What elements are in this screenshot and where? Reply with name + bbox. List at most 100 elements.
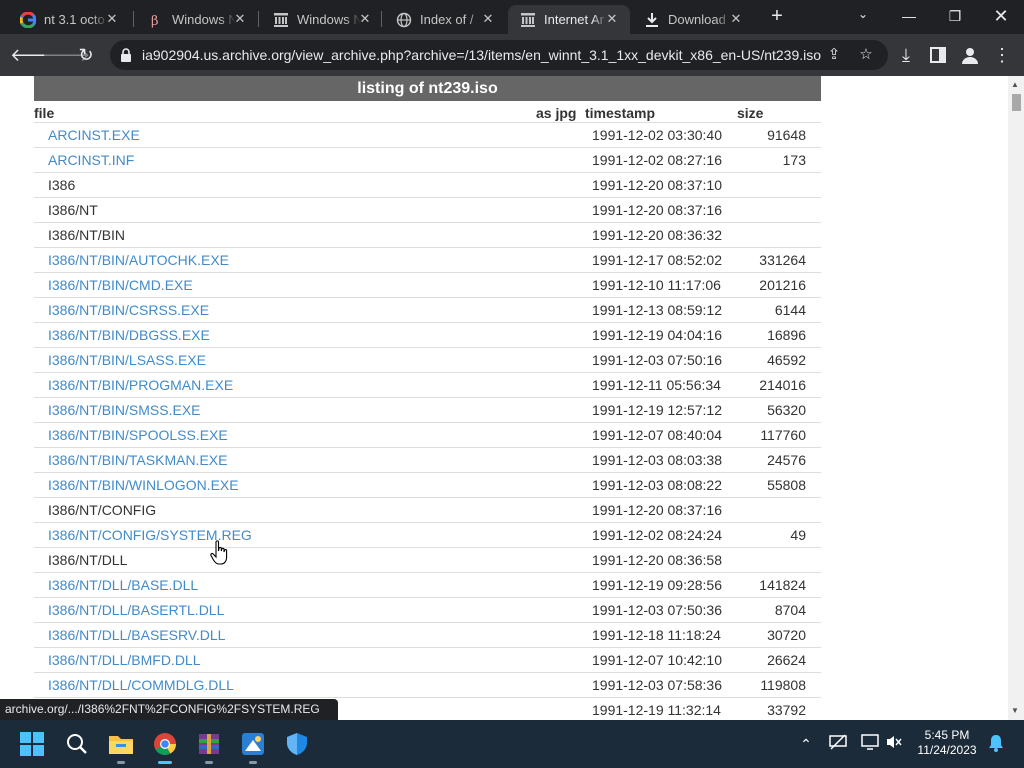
close-tab-icon[interactable]: ✕ — [357, 11, 373, 27]
tab-title: Download — [668, 12, 726, 27]
clock[interactable]: 5:45 PM 11/24/2023 — [912, 728, 982, 758]
file-link[interactable]: I386/NT/DLL/BMFD.DLL — [48, 652, 201, 668]
close-tab-icon[interactable]: ✕ — [480, 11, 496, 27]
table-row: ARCINST.EXE 1991-12-02 03:30:40 91648 — [34, 123, 821, 148]
size-cell: 24576 — [767, 452, 806, 468]
timestamp-cell: 1991-12-20 08:37:10 — [592, 177, 722, 193]
timestamp-cell: 1991-12-10 11:17:06 — [592, 277, 721, 293]
browser-tab[interactable]: Windows N ✕ — [261, 5, 383, 34]
close-tab-icon[interactable]: ✕ — [232, 11, 248, 27]
chevron-up-icon[interactable]: ⌃ — [796, 734, 816, 754]
scrollbar-thumb[interactable] — [1012, 94, 1021, 111]
network-disconnected-icon[interactable] — [828, 734, 848, 754]
search-icon[interactable] — [61, 728, 93, 760]
downloads-icon[interactable]: ⤓ — [894, 43, 918, 67]
size-cell: 16896 — [767, 327, 806, 343]
close-window-button[interactable]: ✕ — [978, 2, 1024, 30]
size-cell: 33792 — [767, 702, 806, 718]
browser-tab[interactable]: Index of / ✕ — [384, 5, 506, 34]
download-icon — [644, 12, 660, 28]
tab-strip: nt 3.1 octo ✕ β Windows N ✕ Windows N ✕ Index o… — [0, 0, 1024, 34]
close-tab-icon[interactable]: ✕ — [728, 11, 744, 27]
url-text[interactable]: ia902904.us.archive.org/view_archive.php… — [142, 47, 821, 63]
size-cell: 6144 — [774, 302, 806, 318]
file-link[interactable]: I386/NT/BIN/TASKMAN.EXE — [48, 452, 227, 468]
file-link[interactable]: I386/NT/BIN/WINLOGON.EXE — [48, 477, 239, 493]
address-bar[interactable]: ia902904.us.archive.org/view_archive.php… — [110, 40, 888, 70]
close-tab-icon[interactable]: ✕ — [604, 11, 620, 27]
svg-text:β: β — [151, 14, 159, 28]
minimize-button[interactable]: — — [886, 2, 932, 30]
file-link[interactable]: I386/NT/DLL/COMMDLG.DLL — [48, 677, 234, 693]
file-link[interactable]: I386/NT/BIN/AUTOCHK.EXE — [48, 252, 229, 268]
share-icon[interactable]: ⇪ — [824, 45, 844, 65]
reload-button[interactable]: ↻ — [74, 43, 98, 67]
file-link[interactable]: I386/NT/DLL/BASE.DLL — [48, 577, 198, 593]
vertical-scrollbar[interactable]: ▲ ▼ — [1008, 76, 1024, 720]
defender-icon[interactable] — [281, 728, 313, 760]
column-header-timestamp: timestamp — [585, 105, 656, 121]
directory-name: I386/NT/DLL — [48, 552, 128, 568]
side-panel-icon[interactable] — [926, 43, 950, 67]
file-link[interactable]: I386/NT/BIN/LSASS.EXE — [48, 352, 206, 368]
size-cell: 46592 — [767, 352, 806, 368]
tab-title: Internet Ar — [544, 12, 604, 27]
table-row: I386/NT/CONFIG/SYSTEM.REG 1991-12-02 08:2… — [34, 523, 821, 548]
file-link[interactable]: I386/NT/BIN/DBGSS.EXE — [48, 327, 210, 343]
restore-button[interactable]: ❐ — [932, 2, 978, 30]
browser-tab[interactable]: β Windows N ✕ — [136, 5, 258, 34]
table-row: I386 1991-12-20 08:37:10 — [34, 173, 821, 198]
browser-tab-active[interactable]: Internet Ar ✕ — [508, 5, 630, 34]
close-tab-icon[interactable]: ✕ — [104, 11, 120, 27]
file-link[interactable]: I386/NT/BIN/CMD.EXE — [48, 277, 193, 293]
directory-name: I386/NT — [48, 202, 98, 218]
browser-tab[interactable]: Download ✕ — [632, 5, 754, 34]
start-icon[interactable] — [16, 728, 48, 760]
file-link[interactable]: I386/NT/BIN/SPOOLSS.EXE — [48, 427, 228, 443]
menu-icon[interactable]: ⋮ — [990, 43, 1014, 67]
forward-button[interactable]: 🡒 — [42, 43, 90, 67]
size-cell: 173 — [782, 152, 806, 168]
timestamp-cell: 1991-12-20 08:36:32 — [592, 227, 722, 243]
display-icon[interactable] — [860, 734, 880, 754]
bookmark-star-icon[interactable]: ☆ — [856, 45, 876, 65]
file-explorer-icon[interactable] — [105, 728, 137, 764]
hand-cursor-icon — [210, 540, 228, 565]
scroll-down-arrow[interactable]: ▼ — [1011, 706, 1019, 715]
scroll-up-arrow[interactable]: ▲ — [1011, 80, 1019, 89]
chrome-icon[interactable] — [149, 728, 181, 764]
size-cell: 201216 — [759, 277, 806, 293]
file-link[interactable]: I386/NT/DLL/BASERTL.DLL — [48, 602, 224, 618]
notification-bell-icon[interactable] — [986, 734, 1006, 754]
profile-icon[interactable] — [958, 43, 982, 67]
timestamp-cell: 1991-12-02 08:24:24 — [592, 527, 722, 543]
tab-title: Windows N — [172, 12, 236, 27]
table-row: I386/NT/BIN 1991-12-20 08:36:32 — [34, 223, 821, 248]
file-link[interactable]: ARCINST.EXE — [48, 127, 140, 143]
file-link[interactable]: I386/NT/BIN/CSRSS.EXE — [48, 302, 209, 318]
timestamp-cell: 1991-12-13 08:59:12 — [592, 302, 722, 318]
file-link[interactable]: I386/NT/DLL/BASESRV.DLL — [48, 627, 225, 643]
back-button[interactable]: 🡐 — [10, 43, 58, 67]
timestamp-cell: 1991-12-18 11:18:24 — [592, 627, 721, 643]
file-link[interactable]: ARCINST.INF — [48, 152, 134, 168]
archive-icon — [273, 12, 289, 28]
browser-tab[interactable]: nt 3.1 octo ✕ — [8, 5, 130, 34]
new-tab-button[interactable]: + — [766, 6, 788, 28]
size-cell: 55808 — [767, 477, 806, 493]
file-link[interactable]: I386/NT/BIN/SMSS.EXE — [48, 402, 201, 418]
tab-search-button[interactable]: ⌄ — [855, 7, 871, 23]
table-row: I386/NT/BIN/SPOOLSS.EXE 1991-12-07 08:40:… — [34, 423, 821, 448]
timestamp-cell: 1991-12-03 07:58:36 — [592, 677, 722, 693]
volume-muted-icon[interactable] — [884, 734, 904, 754]
paint-icon[interactable] — [237, 728, 269, 764]
tab-separator — [381, 11, 382, 27]
size-cell: 8704 — [774, 602, 806, 618]
lock-icon[interactable] — [120, 48, 132, 62]
winrar-icon[interactable] — [193, 728, 225, 764]
directory-name: I386 — [48, 177, 76, 193]
timestamp-cell: 1991-12-19 12:57:12 — [592, 402, 722, 418]
table-row: I386/NT/CONFIG 1991-12-20 08:37:16 — [34, 498, 821, 523]
table-row: I386/NT/BIN/LSASS.EXE 1991-12-03 07:50:16… — [34, 348, 821, 373]
file-link[interactable]: I386/NT/BIN/PROGMAN.EXE — [48, 377, 233, 393]
